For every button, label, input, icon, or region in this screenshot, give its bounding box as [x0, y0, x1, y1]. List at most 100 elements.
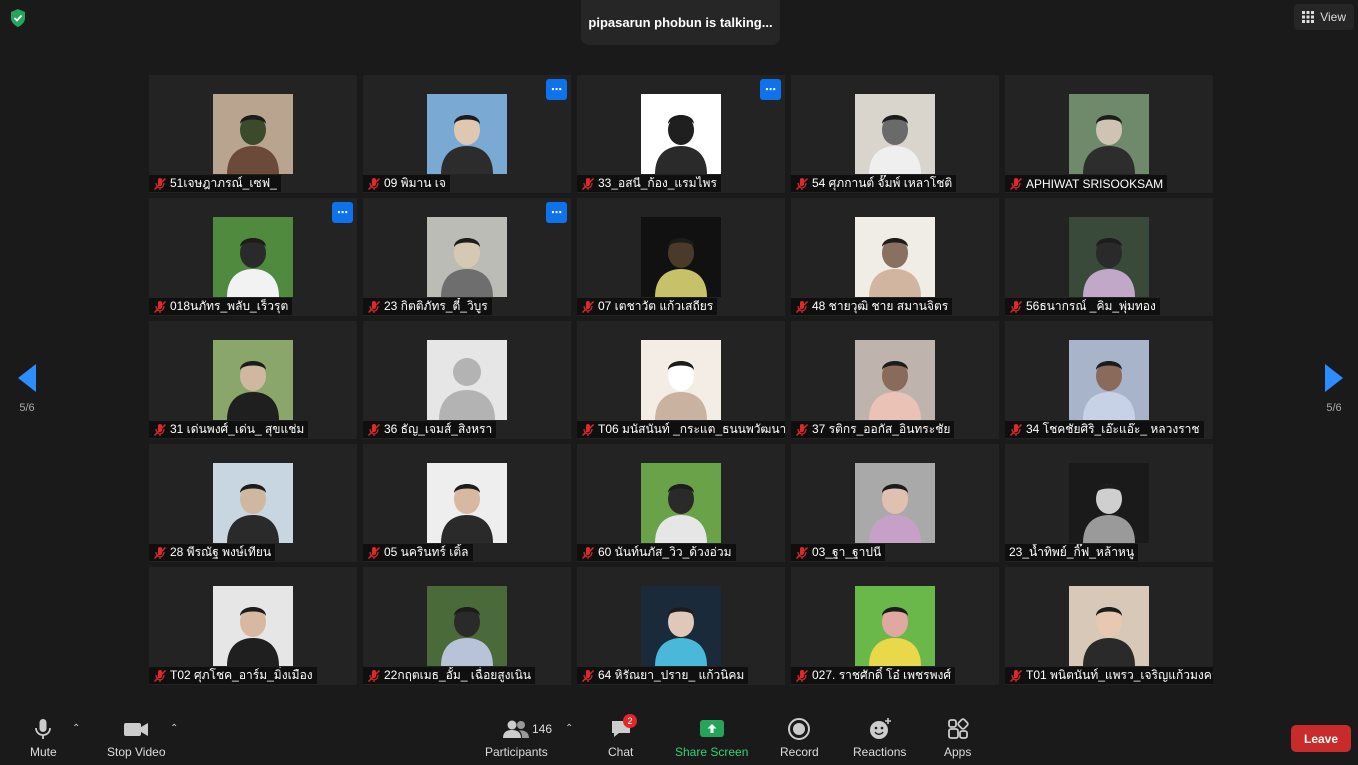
participant-name-bar: APHIWAT SRISOOKSAM	[1005, 175, 1168, 192]
participant-name: 23_น้ำทิพย์_กิ๊ฟ_หล้าหนู	[1009, 545, 1135, 559]
participant-photo	[1069, 94, 1149, 174]
participant-tile[interactable]: 027. ราชศักดิ์ โอ๋ เพชรพงศ์	[791, 567, 999, 685]
mic-muted-icon	[1010, 177, 1022, 190]
participant-tile[interactable]: T01 พนิตนันท์_แพรว_เจริญแก้วมงคล	[1005, 567, 1213, 685]
participant-more-options-button[interactable]: ⋯	[760, 79, 781, 100]
participant-tile[interactable]: 36 ธัญ_เจมส์_สิงหรา	[363, 321, 571, 439]
participant-tile[interactable]: 03_ฐา_ฐาปนี	[791, 444, 999, 562]
mute-button[interactable]: Mute	[30, 717, 57, 759]
participant-tile[interactable]: ⋯ 33_อสนี_ก้อง_แรมไพร	[577, 75, 785, 193]
mic-muted-icon	[1010, 423, 1022, 436]
participant-name: 56ธนากรณ์ _คิม_พุ่มทอง	[1026, 299, 1156, 313]
participant-name-bar: 05 นครินทร์ เติ้ล	[363, 544, 473, 561]
participant-photo	[1069, 217, 1149, 297]
prev-page-label: 5/6	[19, 402, 35, 414]
participant-tile[interactable]: APHIWAT SRISOOKSAM	[1005, 75, 1213, 193]
participant-photo	[855, 463, 935, 543]
participant-more-options-button[interactable]: ⋯	[546, 79, 567, 100]
participant-photo	[213, 586, 293, 666]
participant-name-bar: 33_อสนี_ก้อง_แรมไพร	[577, 175, 721, 192]
participant-tile[interactable]: 48 ชายวุฒิ ชาย สมานจิตร	[791, 198, 999, 316]
chat-label: Chat	[608, 745, 634, 759]
mic-muted-icon	[154, 423, 166, 436]
leave-button[interactable]: Leave	[1291, 725, 1351, 752]
mic-muted-icon	[582, 546, 594, 559]
mic-muted-icon	[154, 546, 166, 559]
participants-options-caret-icon[interactable]: ⌃	[565, 723, 573, 734]
share-screen-button[interactable]: Share Screen	[675, 717, 748, 759]
participant-photo	[213, 463, 293, 543]
triangle-right-icon	[1325, 364, 1343, 392]
participant-tile[interactable]: 60 นันท์นภัส_วิว_ด้วงอ่วม	[577, 444, 785, 562]
participant-tile[interactable]: 51เจษฎาภรณ์_เซฟ_	[149, 75, 357, 193]
mic-muted-icon	[1010, 669, 1022, 682]
mic-muted-icon	[582, 300, 594, 313]
share-screen-label: Share Screen	[675, 745, 749, 759]
mic-muted-icon	[368, 423, 380, 436]
participant-photo	[855, 340, 935, 420]
next-page-label: 5/6	[1326, 402, 1342, 414]
apps-button[interactable]: Apps	[944, 717, 971, 759]
participant-tile[interactable]: 64 หิรัณยา_ปราย_ แก้วนิคม	[577, 567, 785, 685]
next-page-button[interactable]: 5/6	[1319, 364, 1349, 414]
record-icon	[788, 718, 811, 740]
prev-page-button[interactable]: 5/6	[12, 364, 42, 414]
participant-name-bar: 37 รติกร_ออกัส_อินทระชัย	[791, 421, 955, 438]
chat-unread-badge: 2	[623, 714, 637, 728]
participant-tile[interactable]: 28 พีรณัฐ พงษ์เทียน	[149, 444, 357, 562]
participant-tile[interactable]: ⋯ 018นภัทร_พลับ_เร็วรุต	[149, 198, 357, 316]
participant-name-bar: 03_ฐา_ฐาปนี	[791, 544, 886, 561]
record-button[interactable]: Record	[780, 717, 819, 759]
participants-label: Participants	[485, 745, 548, 759]
mic-muted-icon	[368, 300, 380, 313]
video-options-caret-icon[interactable]: ⌃	[170, 723, 178, 734]
participant-tile[interactable]: 23_น้ำทิพย์_กิ๊ฟ_หล้าหนู	[1005, 444, 1213, 562]
participant-tile[interactable]: 34 โชคชัยศิริ_เอ๊ะแอ๊ะ_ หลวงราช	[1005, 321, 1213, 439]
reactions-button[interactable]: Reactions	[853, 717, 906, 759]
participant-photo	[1069, 340, 1149, 420]
participant-name-bar: 07 เตชาวัต แก้วเสถียร	[577, 298, 718, 315]
active-speaker-banner: pipasarun phobun is talking...	[581, 0, 780, 45]
participant-photo	[641, 586, 721, 666]
participant-name: 64 หิรัณยา_ปราย_ แก้วนิคม	[598, 668, 745, 682]
participant-tile[interactable]: T06 มนัสนันท์ _กระแต_ธนนพวัฒนา	[577, 321, 785, 439]
participant-tile[interactable]: 54 ศุภกานต์ จั๊มพ์ เหลาโชติ	[791, 75, 999, 193]
participant-name: T01 พนิตนันท์_แพรว_เจริญแก้วมงคล	[1026, 668, 1213, 682]
triangle-left-icon	[18, 364, 36, 392]
participant-more-options-button[interactable]: ⋯	[546, 202, 567, 223]
mic-muted-icon	[582, 177, 594, 190]
audio-options-caret-icon[interactable]: ⌃	[72, 723, 80, 734]
participant-tile[interactable]: 31 เด่นพงศ์_เด่น_ สุขแช่ม	[149, 321, 357, 439]
participant-tile[interactable]: T02 ศุภโชค_อาร์ม_มิ่งเมือง	[149, 567, 357, 685]
participant-tile[interactable]: 37 รติกร_ออกัส_อินทระชัย	[791, 321, 999, 439]
participant-photo	[855, 217, 935, 297]
participant-more-options-button[interactable]: ⋯	[332, 202, 353, 223]
mic-muted-icon	[582, 423, 594, 436]
stop-video-button[interactable]: Stop Video	[107, 717, 166, 759]
participant-name: 09 พิมาน เจ	[384, 176, 446, 190]
mic-muted-icon	[796, 546, 808, 559]
participant-tile[interactable]: 07 เตชาวัต แก้วเสถียร	[577, 198, 785, 316]
participant-name-bar: 018นภัทร_พลับ_เร็วรุต	[149, 298, 293, 315]
participant-photo	[641, 94, 721, 174]
participant-name-bar: 027. ราชศักดิ์ โอ๋ เพชรพงศ์	[791, 667, 956, 684]
participant-name: 37 รติกร_ออกัส_อินทระชัย	[812, 422, 951, 436]
participant-name: 03_ฐา_ฐาปนี	[812, 545, 882, 559]
participant-tile[interactable]: 56ธนากรณ์ _คิม_พุ่มทอง	[1005, 198, 1213, 316]
participant-photo	[855, 94, 935, 174]
participant-tile[interactable]: ⋯ 23 กิตติภัทร_ตี๋_วิบูร	[363, 198, 571, 316]
participant-name: 54 ศุภกานต์ จั๊มพ์ เหลาโชติ	[812, 176, 953, 190]
apps-label: Apps	[944, 745, 972, 759]
security-shield-icon[interactable]	[8, 8, 28, 28]
participant-photo	[641, 463, 721, 543]
participant-name: 28 พีรณัฐ พงษ์เทียน	[170, 545, 272, 559]
participant-tile[interactable]: ⋯ 09 พิมาน เจ	[363, 75, 571, 193]
leave-label: Leave	[1303, 731, 1339, 746]
participant-tile[interactable]: 22กฤตเมธ_อั้ม_ เฉื่อยสูงเนิน	[363, 567, 571, 685]
chat-button[interactable]: 2 Chat	[608, 714, 637, 759]
participant-photo	[213, 340, 293, 420]
view-button[interactable]: View	[1294, 4, 1354, 30]
participant-tile[interactable]: 05 นครินทร์ เติ้ล	[363, 444, 571, 562]
mute-label: Mute	[30, 745, 57, 759]
participant-name: APHIWAT SRISOOKSAM	[1026, 176, 1164, 191]
